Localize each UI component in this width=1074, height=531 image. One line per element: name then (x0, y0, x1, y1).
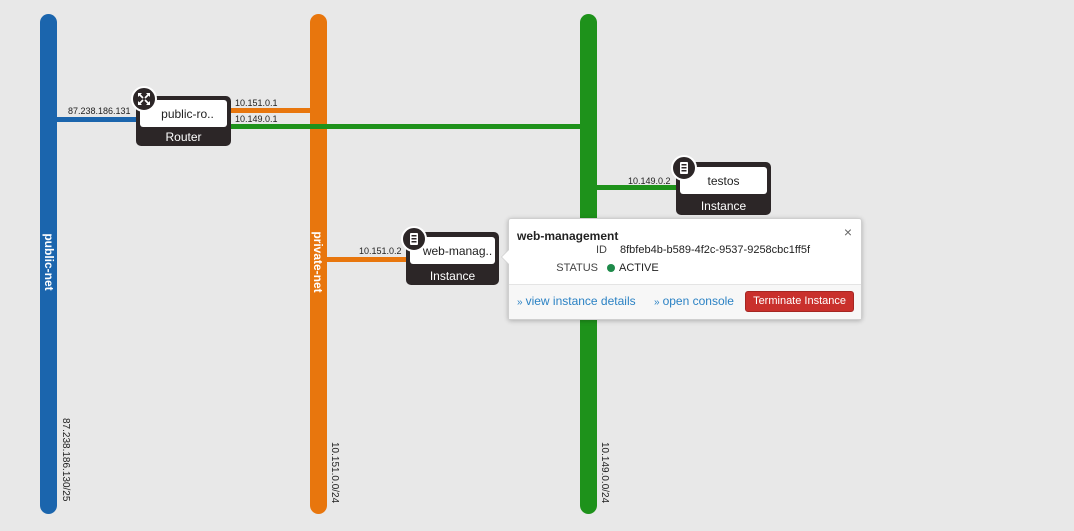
instance-icon (671, 155, 697, 181)
view-instance-details-label: view instance details (525, 294, 636, 308)
instance-popup: web-management × ID 8fbfeb4b-b589-4f2c-9… (501, 218, 862, 320)
router-private-link (228, 108, 310, 113)
public-net-label: public-net (42, 233, 56, 291)
private-net-cidr: 10.151.0.0/24 (329, 442, 340, 504)
router-public-ip: 87.238.186.131 (68, 106, 131, 116)
open-console-link[interactable]: » open console (654, 294, 734, 308)
router-type: Router (165, 130, 202, 144)
private-net-label: private-net (311, 231, 325, 293)
testos-type: Instance (700, 199, 747, 213)
public-net-cidr: 87.238.186.130/25 (60, 418, 71, 502)
id-value: 8fbfeb4b-b589-4f2c-9537-9258cbc1ff5f (620, 244, 810, 256)
router-green-ip: 10.149.0.1 (235, 114, 278, 124)
web-management-type: Instance (429, 269, 476, 283)
id-label: ID (596, 244, 607, 256)
green-net-cidr: 10.149.0.0/24 (599, 442, 610, 504)
status-value: ACTIVE (607, 262, 659, 274)
status-dot-icon (607, 264, 615, 272)
router-public-link (57, 117, 141, 122)
status-text: ACTIVE (619, 262, 659, 274)
web-private-link (327, 257, 411, 262)
close-icon[interactable]: × (844, 224, 852, 240)
chevron-right-icon: » (654, 297, 660, 308)
view-instance-details-link[interactable]: » view instance details (517, 294, 636, 308)
popup-title: web-management (517, 229, 619, 243)
web-private-ip: 10.151.0.2 (359, 246, 402, 256)
router-green-link (228, 124, 580, 129)
terminate-instance-button[interactable]: Terminate Instance (745, 291, 854, 312)
instance-icon (401, 226, 427, 252)
status-label: STATUS (556, 262, 598, 274)
router-icon (131, 86, 157, 112)
open-console-label: open console (662, 294, 734, 308)
chevron-right-icon: » (517, 297, 523, 308)
popup-arrow (501, 249, 509, 265)
popup-footer: » view instance details » open console Ter… (509, 284, 861, 319)
testos-green-ip: 10.149.0.2 (628, 176, 671, 186)
router-private-ip: 10.151.0.1 (235, 98, 278, 108)
